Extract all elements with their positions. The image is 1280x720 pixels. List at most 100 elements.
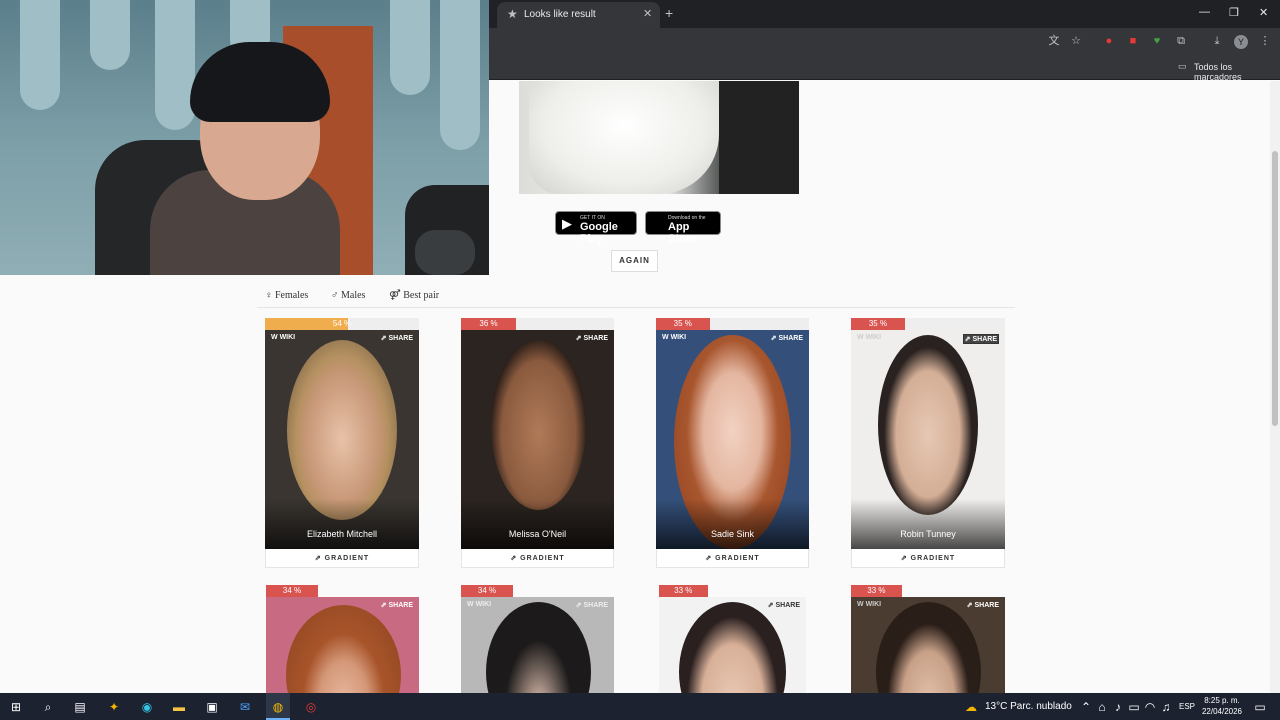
mail-icon[interactable]: ✉ (237, 699, 253, 715)
celebrity-photo[interactable]: W WIKI ⇗ SHARE Sadie Sink (656, 330, 809, 549)
weather-text[interactable]: 13°C Parc. nublado (985, 701, 1072, 712)
windows-start-icon[interactable]: ⊞ (8, 699, 24, 715)
mic-icon[interactable]: ♪ (1110, 699, 1126, 715)
match-percent: 33 % (674, 586, 693, 595)
language-indicator[interactable]: ESP (1179, 702, 1195, 711)
star-icon: ★ (507, 7, 518, 21)
bookmarks-folder[interactable]: Todos los marcadores (1194, 62, 1280, 82)
match-percent: 35 % (868, 319, 888, 328)
chevron-up-icon[interactable]: ⌃ (1078, 699, 1094, 715)
celebrity-photo[interactable]: ⇗ SHARE Melissa O'Neil (461, 330, 614, 549)
share-link[interactable]: ⇗ SHARE (967, 601, 999, 609)
scrollbar-thumb[interactable] (1272, 151, 1278, 426)
celebrity-photo[interactable]: ⇗ SHARE (659, 597, 806, 693)
google-play-icon: ▶ (562, 216, 572, 231)
battery-icon[interactable]: ▭ (1126, 699, 1142, 715)
app-store-button[interactable]: Download on the App Store (645, 211, 721, 245)
tab-males-label: Males (341, 290, 366, 301)
gradient-button[interactable]: ⇗ GRADIENT (851, 549, 1005, 568)
windows-taskbar: ⊞ ⌕ ▤ ✦ ◉ ▬ ▣ ✉ ◍ ◎ ☁ 13°C Parc. nublado… (0, 693, 1280, 720)
match-percent: 34 % (477, 586, 497, 595)
filter-tabs: ♀ Females ♂ Males ⚤ Best pair (257, 284, 1015, 308)
tab-males[interactable]: ♂ Males (331, 290, 365, 301)
volume-icon[interactable]: ♫ (1158, 699, 1174, 715)
google-play-button[interactable]: ▶ GET IT ON Google Play (555, 211, 637, 245)
celebrity-name: Elizabeth Mitchell (306, 529, 378, 539)
celebrity-photo[interactable]: W WIKI ⇗ SHARE (461, 597, 614, 693)
translate-icon[interactable]: 文 (1047, 34, 1061, 48)
notifications-icon[interactable]: ▭ (1252, 699, 1268, 715)
again-button[interactable]: AGAIN (611, 250, 658, 272)
folder-icon: ▭ (1178, 61, 1187, 71)
celebrity-name: Melissa O'Neil (508, 529, 567, 539)
tab-best-pair[interactable]: ⚤ Best pair (389, 290, 439, 301)
gradient-button[interactable]: ⇗ GRADIENT (656, 549, 809, 568)
extension-video-icon[interactable]: ■ (1126, 34, 1140, 48)
share-link[interactable]: ⇗ SHARE (576, 334, 608, 342)
match-bar: 33 % (851, 585, 1005, 597)
weather-icon: ☁ (965, 700, 977, 714)
search-icon[interactable]: ⌕ (40, 699, 56, 715)
wiki-link[interactable]: W WIKI (857, 601, 881, 608)
menu-icon[interactable]: ⋮ (1258, 34, 1272, 48)
wifi-icon[interactable]: ◠ (1142, 699, 1158, 715)
share-link[interactable]: ⇗ SHARE (771, 334, 803, 342)
tab-best-pair-label: Best pair (403, 290, 440, 301)
match-bar: 34 % (461, 585, 614, 597)
browser-tab[interactable]: ★ Looks like result ✕ (497, 2, 660, 28)
match-percent: 54 % (332, 319, 352, 328)
celebrity-photo[interactable]: W WIKI ⇗ SHARE Robin Tunney (851, 330, 1005, 549)
tab-females[interactable]: ♀ Females (265, 290, 308, 301)
minimize-icon[interactable]: — (1199, 6, 1210, 18)
copilot-icon[interactable]: ✦ (106, 699, 122, 715)
extensions-icon[interactable]: ⧉ (1174, 34, 1188, 48)
close-tab-icon[interactable]: ✕ (643, 7, 652, 20)
clock-time: 8:25 p. m. (1204, 696, 1240, 705)
bookmark-star-icon[interactable]: ☆ (1069, 34, 1083, 48)
chrome-icon[interactable]: ◍ (270, 699, 286, 715)
file-explorer-icon[interactable]: ▬ (171, 699, 187, 715)
wiki-link[interactable]: W WIKI (271, 334, 295, 341)
gradient-button[interactable]: ⇗ GRADIENT (265, 549, 419, 568)
gradient-button[interactable]: ⇗ GRADIENT (461, 549, 614, 568)
extension-green-icon[interactable]: ♥ (1150, 34, 1164, 48)
match-bar: 54 % (265, 318, 419, 330)
wiki-link[interactable]: W WIKI (857, 334, 881, 341)
obs-icon[interactable]: ◎ (303, 699, 319, 715)
celebrity-name: Robin Tunney (900, 529, 956, 539)
close-window-icon[interactable]: ✕ (1259, 6, 1268, 19)
edge-icon[interactable]: ◉ (139, 699, 155, 715)
match-bar: 36 % (461, 318, 614, 330)
share-link[interactable]: ⇗ SHARE (381, 334, 413, 342)
celebrity-photo[interactable]: W WIKI ⇗ SHARE (851, 597, 1005, 693)
store-icon[interactable]: ▣ (204, 699, 220, 715)
task-view-icon[interactable]: ▤ (72, 699, 88, 715)
match-bar: 35 % (851, 318, 1005, 330)
tab-females-label: Females (275, 290, 309, 301)
restore-icon[interactable]: ❐ (1229, 6, 1239, 19)
download-icon[interactable]: ⤓ (1210, 34, 1224, 48)
celebrity-name: Sadie Sink (710, 529, 755, 539)
celebrity-photo[interactable]: ⇗ SHARE (266, 597, 419, 693)
match-bar: 33 % (659, 585, 806, 597)
new-tab-icon[interactable]: + (665, 5, 673, 21)
extension-red-icon[interactable]: ● (1102, 34, 1116, 48)
match-percent: 35 % (673, 319, 692, 328)
profile-avatar[interactable]: Y (1234, 35, 1248, 49)
google-play-label: Google Play (580, 221, 618, 245)
app-store-label: App Store (668, 221, 697, 245)
share-link[interactable]: ⇗ SHARE (962, 334, 999, 344)
clock[interactable]: 8:25 p. m. 22/04/2026 (1201, 695, 1243, 717)
clock-date: 22/04/2026 (1201, 707, 1243, 716)
match-percent: 36 % (479, 319, 498, 328)
share-link[interactable]: ⇗ SHARE (381, 601, 413, 609)
celebrity-photo[interactable]: W WIKI ⇗ SHARE Elizabeth Mitchell (265, 330, 419, 549)
match-bar: 34 % (266, 585, 419, 597)
wiki-link[interactable]: W WIKI (467, 601, 491, 608)
page-scrollbar[interactable] (1270, 81, 1280, 693)
network-icon[interactable]: ⌂ (1094, 699, 1110, 715)
share-link[interactable]: ⇗ SHARE (768, 601, 800, 609)
match-percent: 34 % (282, 586, 302, 595)
wiki-link[interactable]: W WIKI (662, 334, 686, 341)
share-link[interactable]: ⇗ SHARE (576, 601, 608, 609)
